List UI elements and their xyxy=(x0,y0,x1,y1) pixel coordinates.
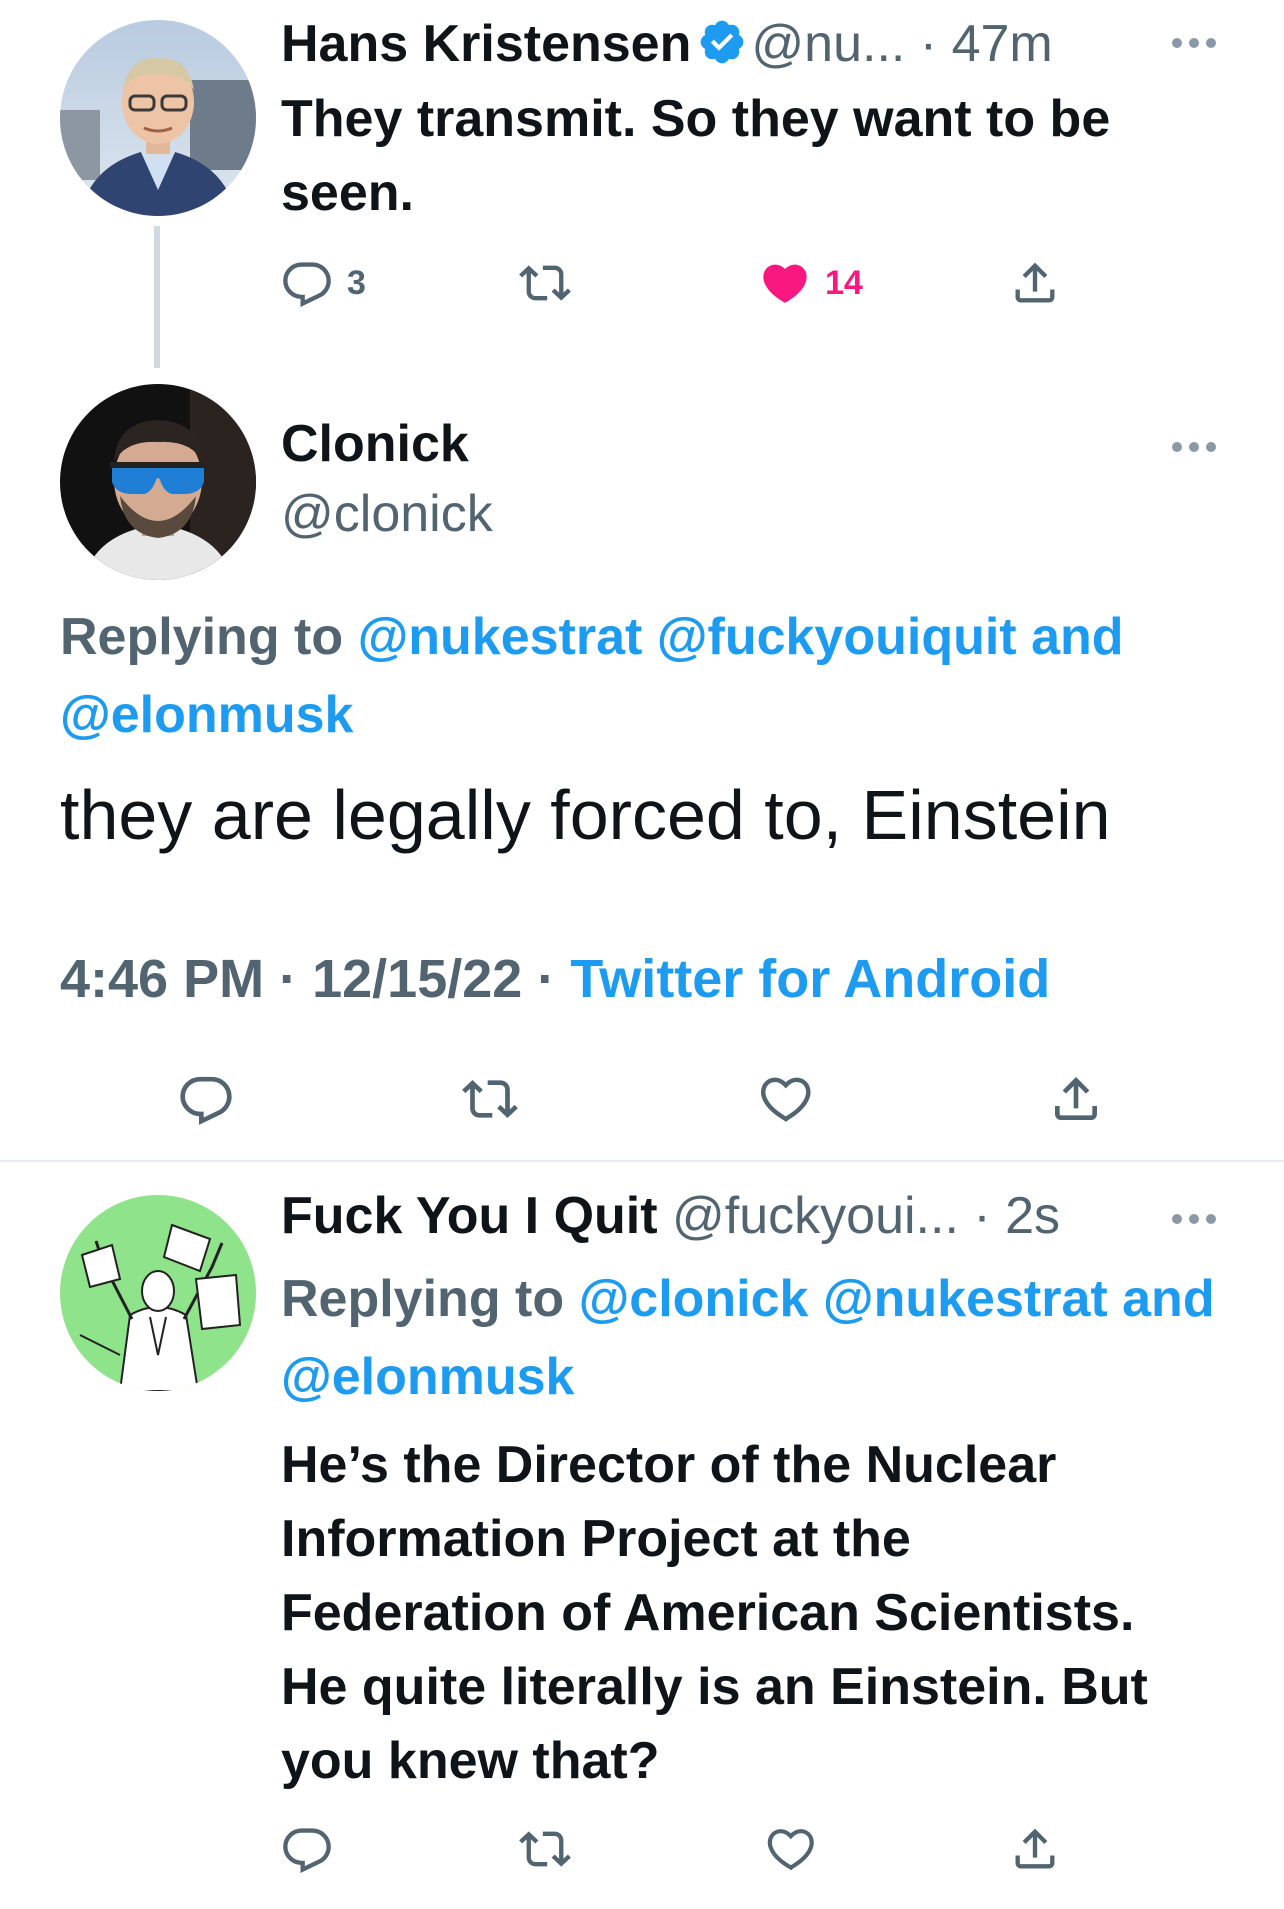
tweet-source-link[interactable]: Twitter for Android xyxy=(570,949,1050,1009)
tweet-thread: Hans Kristensen @nu... · 47m They transmi… xyxy=(0,0,1284,1909)
reply-button[interactable] xyxy=(281,1814,333,1884)
replying-to-line: Replying to @nukestrat @fuckyouiquit and… xyxy=(60,598,1230,754)
verified-badge-icon xyxy=(697,17,747,67)
more-icon[interactable] xyxy=(1170,36,1218,50)
reply-icon xyxy=(283,262,331,308)
main-tweet-actions xyxy=(0,1064,1284,1134)
avatar-hans-kristensen[interactable] xyxy=(60,20,256,216)
tweet-text-line: He quite literally is an Einstein. But xyxy=(281,1658,1148,1716)
main-tweet-name: Clonick xyxy=(281,414,469,474)
reply-icon xyxy=(283,1828,331,1874)
share-button[interactable] xyxy=(1009,248,1061,318)
mention-and[interactable]: and xyxy=(1031,608,1123,666)
like-button[interactable]: 14 xyxy=(759,248,863,318)
share-icon xyxy=(1055,1077,1097,1120)
retweet-icon xyxy=(519,1831,571,1867)
more-icon[interactable] xyxy=(1170,1212,1218,1226)
timestamp[interactable]: 2s xyxy=(1005,1187,1060,1245)
separator-dot: · xyxy=(905,15,952,73)
tweet-text: He’s the Director of the Nuclear Informa… xyxy=(281,1428,1261,1798)
divider xyxy=(0,1160,1284,1162)
heart-outline-icon xyxy=(761,1077,811,1122)
share-button[interactable] xyxy=(1009,1814,1061,1884)
mention-link[interactable]: @nukestrat xyxy=(823,1270,1108,1328)
tweet-text-line: He’s the Director of the Nuclear xyxy=(281,1436,1057,1494)
user-handle[interactable]: @fuckyoui... xyxy=(672,1187,959,1245)
share-icon xyxy=(1015,262,1055,303)
mention-link[interactable]: @fuckyouiquit xyxy=(657,608,1017,666)
retweet-button[interactable] xyxy=(462,1064,518,1134)
tweet-date[interactable]: 12/15/22 xyxy=(312,949,522,1009)
mention-and[interactable]: and xyxy=(1122,1270,1214,1328)
like-button[interactable] xyxy=(758,1064,814,1134)
mention-link[interactable]: @elonmusk xyxy=(281,1348,574,1406)
tweet-time[interactable]: 4:46 PM xyxy=(60,949,264,1009)
separator-dot: · xyxy=(522,949,571,1009)
timestamp[interactable]: 47m xyxy=(952,15,1053,73)
retweet-icon xyxy=(462,1080,518,1118)
display-name[interactable]: Clonick xyxy=(281,415,469,473)
separator-dot: · xyxy=(264,949,313,1009)
user-handle[interactable]: @clonick xyxy=(281,485,493,543)
tweet-actions: 3 14 xyxy=(281,248,1081,318)
main-tweet-handle: @clonick xyxy=(281,484,493,544)
like-button[interactable] xyxy=(765,1814,817,1884)
thread-connector-line xyxy=(154,226,160,368)
mention-link[interactable]: @clonick xyxy=(579,1270,809,1328)
share-icon xyxy=(1015,1828,1055,1869)
tweet-text-line: Information Project at the xyxy=(281,1510,911,1568)
separator-dot: · xyxy=(958,1187,1006,1245)
tweet-header: Hans Kristensen @nu... · 47m xyxy=(281,14,1053,74)
replying-to-line: Replying to @clonick @nukestrat and @elo… xyxy=(281,1260,1241,1416)
retweet-button[interactable] xyxy=(519,248,571,318)
mention-link[interactable]: @nukestrat xyxy=(358,608,643,666)
mention-link[interactable]: @elonmusk xyxy=(60,686,353,744)
replying-to-label: Replying to xyxy=(281,1270,565,1328)
display-name[interactable]: Fuck You I Quit xyxy=(281,1187,658,1245)
more-icon[interactable] xyxy=(1170,440,1218,454)
tweet-header: Fuck You I Quit @fuckyoui... · 2s xyxy=(281,1186,1060,1246)
reply-button[interactable] xyxy=(178,1064,234,1134)
avatar-fuck-you-i-quit[interactable] xyxy=(60,1195,256,1391)
retweet-button[interactable] xyxy=(519,1814,571,1884)
reply-button[interactable]: 3 xyxy=(281,248,366,318)
tweet-metadata: 4:46 PM · 12/15/22 · Twitter for Android xyxy=(60,944,1240,1014)
display-name[interactable]: Hans Kristensen xyxy=(281,15,691,73)
tweet-text-line: Federation of American Scientists. xyxy=(281,1584,1135,1642)
tweet-actions xyxy=(281,1814,1081,1884)
retweet-icon xyxy=(519,265,571,301)
heart-icon xyxy=(763,264,807,303)
tweet-text: They transmit. So they want to be seen. xyxy=(281,90,1111,222)
reply-icon xyxy=(180,1076,232,1125)
replying-to-label: Replying to xyxy=(60,608,344,666)
like-count: 14 xyxy=(825,263,863,302)
heart-outline-icon xyxy=(767,1829,814,1871)
avatar-clonick[interactable] xyxy=(60,384,256,580)
user-handle[interactable]: @nu... xyxy=(751,15,905,73)
share-button[interactable] xyxy=(1048,1064,1104,1134)
tweet-text-line: you knew that? xyxy=(281,1732,660,1790)
main-tweet-text: they are legally forced to, Einstein xyxy=(60,776,1111,854)
reply-count: 3 xyxy=(347,263,366,302)
